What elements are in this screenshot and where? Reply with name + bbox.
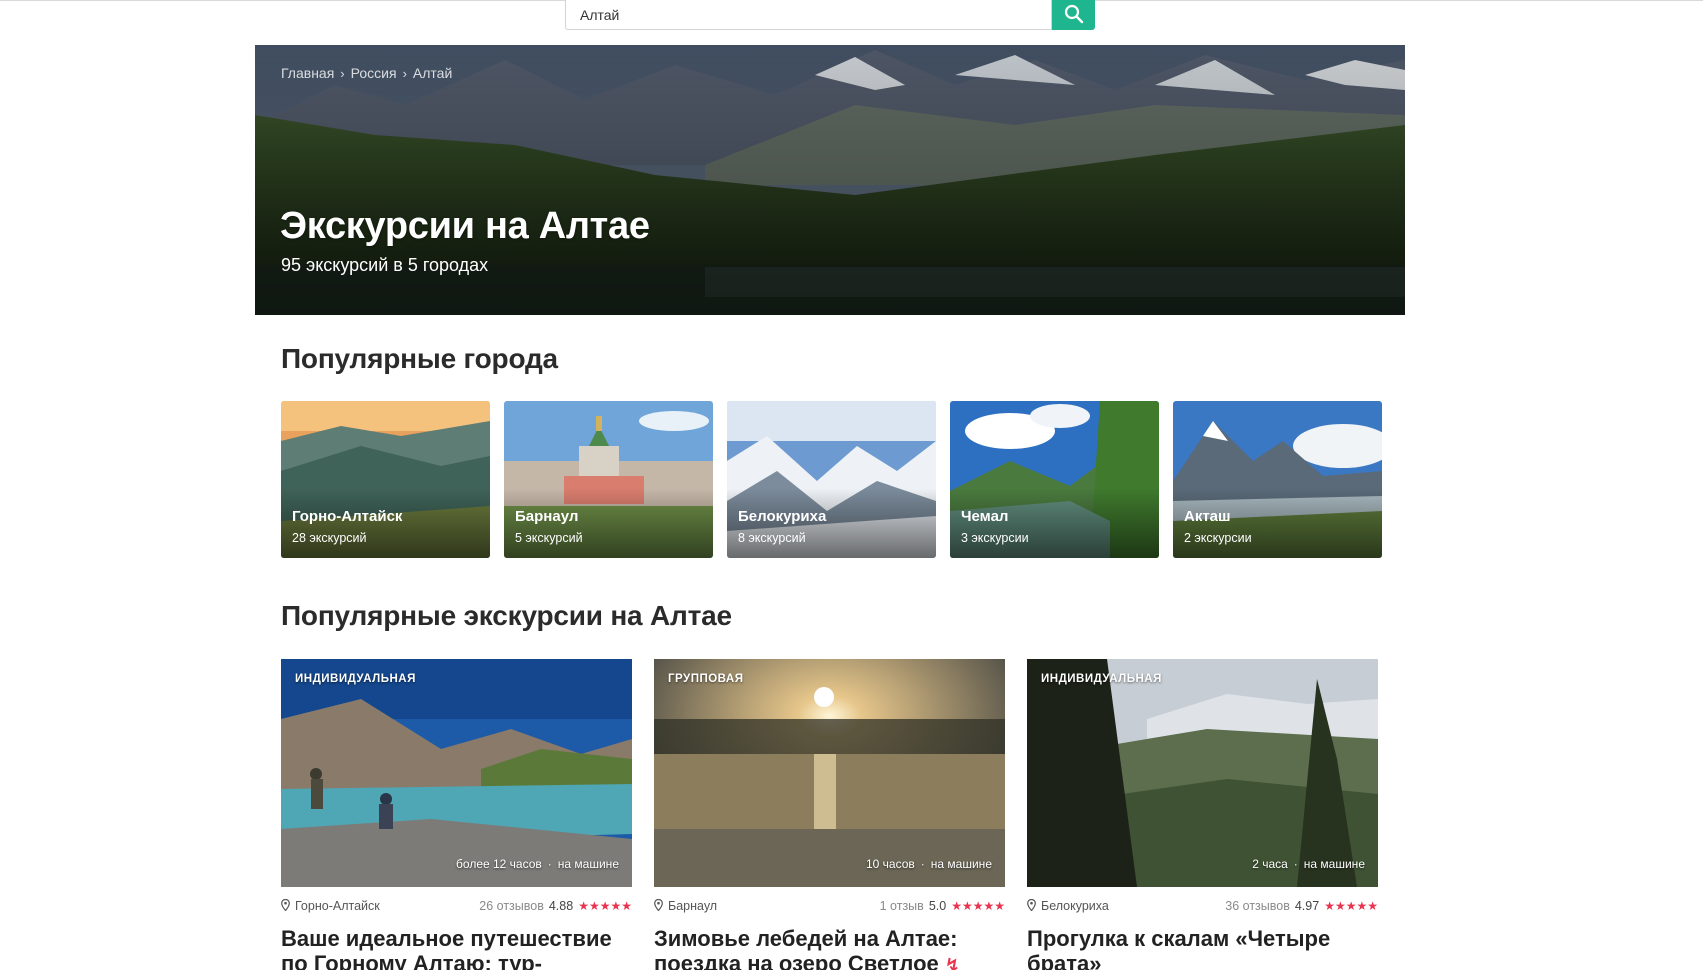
tour-type-badge: ИНДИВИДУАЛЬНАЯ bbox=[1041, 673, 1162, 685]
tour-title-line: Прогулка к скалам «Четыре bbox=[1027, 926, 1331, 951]
meta-separator: · bbox=[920, 857, 925, 871]
search-bar bbox=[565, 0, 1095, 30]
popular-cities-heading: Популярные города bbox=[281, 343, 558, 374]
tour-card[interactable]: ИНДИВИДУАЛЬНАЯ 2 часа · на машине Белоку… bbox=[1027, 659, 1378, 970]
tour-type-badge: ИНДИВИДУАЛЬНАЯ bbox=[295, 673, 416, 685]
tour-list: ИНДИВИДУАЛЬНАЯ более 12 часов · на машин… bbox=[281, 659, 1378, 970]
tour-meta: 10 часов · на машине bbox=[866, 857, 992, 871]
tour-rating: 1 отзыв 5.0 ★★★★★ bbox=[880, 899, 1005, 913]
map-pin-icon bbox=[1027, 898, 1036, 914]
city-tour-count: 5 экскурсий bbox=[515, 531, 583, 545]
chevron-right-icon: › bbox=[340, 65, 345, 81]
meta-separator: · bbox=[1293, 857, 1298, 871]
search-input[interactable] bbox=[565, 0, 1052, 30]
breadcrumb-home[interactable]: Главная bbox=[281, 65, 334, 81]
tour-transport: на машине bbox=[930, 857, 992, 871]
city-name: Белокуриха bbox=[738, 508, 827, 525]
city-tour-count: 3 экскурсии bbox=[961, 531, 1029, 545]
tour-title[interactable]: Зимовье лебедей на Алтае: поездка на озе… bbox=[654, 926, 1005, 970]
tour-info-row: Белокуриха 36 отзывов 4.97 ★★★★★ bbox=[1027, 898, 1378, 914]
tour-card[interactable]: ГРУППОВАЯ 10 часов · на машине Барнаул 1… bbox=[654, 659, 1005, 970]
tour-title-line: поездка на озеро Светлое bbox=[654, 951, 939, 970]
page-subtitle: 95 экскурсий в 5 городах bbox=[281, 255, 489, 275]
tour-title-line-wrap: поездка на озеро Светлое ↯ bbox=[654, 951, 1005, 970]
tour-title-line: брата» bbox=[1027, 951, 1102, 970]
tour-card[interactable]: ИНДИВИДУАЛЬНАЯ более 12 часов · на машин… bbox=[281, 659, 632, 970]
tour-info-row: Барнаул 1 отзыв 5.0 ★★★★★ bbox=[654, 898, 1005, 914]
map-pin-icon bbox=[654, 898, 663, 914]
tour-rating: 36 отзывов 4.97 ★★★★★ bbox=[1225, 899, 1378, 913]
tour-title-line: Зимовье лебедей на Алтае: bbox=[654, 926, 958, 951]
city-name: Чемал bbox=[961, 508, 1009, 525]
search-button[interactable] bbox=[1052, 0, 1095, 30]
search-icon bbox=[1064, 4, 1084, 27]
tour-transport: на машине bbox=[557, 857, 619, 871]
rating-score: 4.88 bbox=[548, 899, 574, 913]
tour-title-line: Ваше идеальное путешествие bbox=[281, 926, 612, 951]
tour-duration: 2 часа bbox=[1252, 857, 1288, 871]
tour-duration: более 12 часов bbox=[456, 857, 542, 871]
city-tour-count: 2 экскурсии bbox=[1184, 531, 1252, 545]
tour-city-name[interactable]: Белокуриха bbox=[1041, 899, 1109, 913]
rating-stars: ★★★★★ bbox=[951, 899, 1005, 913]
tour-photo bbox=[654, 659, 1005, 887]
city-card-aktash[interactable]: Акташ 2 экскурсии bbox=[1173, 401, 1382, 558]
chevron-right-icon: › bbox=[402, 65, 407, 81]
tour-photo bbox=[281, 659, 632, 887]
map-pin-icon bbox=[281, 898, 290, 914]
rating-score: 5.0 bbox=[928, 899, 947, 913]
tour-image[interactable]: ИНДИВИДУАЛЬНАЯ 2 часа · на машине bbox=[1027, 659, 1378, 887]
page-title: Экскурсии на Алтае bbox=[280, 205, 650, 247]
review-count[interactable]: 1 отзыв bbox=[880, 899, 924, 913]
review-count[interactable]: 26 отзывов bbox=[479, 899, 544, 913]
rating-stars: ★★★★★ bbox=[578, 899, 632, 913]
tour-photo bbox=[1027, 659, 1378, 887]
tour-rating: 26 отзывов 4.88 ★★★★★ bbox=[479, 899, 632, 913]
city-card-chemal[interactable]: Чемал 3 экскурсии bbox=[950, 401, 1159, 558]
city-card-gorno-altaysk[interactable]: Горно-Алтайск 28 экскурсий bbox=[281, 401, 490, 558]
tour-location: Барнаул bbox=[654, 898, 717, 914]
tour-location: Белокуриха bbox=[1027, 898, 1109, 914]
tour-location: Горно-Алтайск bbox=[281, 898, 380, 914]
city-name: Горно-Алтайск bbox=[292, 508, 403, 525]
rating-stars: ★★★★★ bbox=[1324, 899, 1378, 913]
tour-title[interactable]: Прогулка к скалам «Четыре брата» bbox=[1027, 926, 1378, 970]
tour-transport: на машине bbox=[1303, 857, 1365, 871]
tour-meta: 2 часа · на машине bbox=[1252, 857, 1365, 871]
city-list: Горно-Алтайск 28 экскурсий Барнаул 5 экс… bbox=[281, 401, 1382, 558]
city-name: Барнаул bbox=[515, 508, 579, 525]
lightning-icon: ↯ bbox=[944, 955, 961, 970]
tour-title[interactable]: Ваше идеальное путешествие по Горному Ал… bbox=[281, 926, 632, 970]
rating-score: 4.97 bbox=[1294, 899, 1320, 913]
tour-info-row: Горно-Алтайск 26 отзывов 4.88 ★★★★★ bbox=[281, 898, 632, 914]
city-tour-count: 8 экскурсий bbox=[738, 531, 806, 545]
meta-separator: · bbox=[547, 857, 552, 871]
city-tour-count: 28 экскурсий bbox=[292, 531, 367, 545]
breadcrumb-region: Алтай bbox=[412, 65, 453, 81]
hero-banner: Главная › Россия › Алтай Экскурсии на Ал… bbox=[255, 45, 1405, 315]
city-card-belokurikha[interactable]: Белокуриха 8 экскурсий bbox=[727, 401, 936, 558]
tour-image[interactable]: ИНДИВИДУАЛЬНАЯ более 12 часов · на машин… bbox=[281, 659, 632, 887]
breadcrumb: Главная › Россия › Алтай bbox=[281, 65, 452, 81]
tour-duration: 10 часов bbox=[866, 857, 915, 871]
breadcrumb-country[interactable]: Россия bbox=[351, 65, 397, 81]
popular-tours-heading: Популярные экскурсии на Алтае bbox=[281, 600, 732, 631]
city-card-barnaul[interactable]: Барнаул 5 экскурсий bbox=[504, 401, 713, 558]
tour-image[interactable]: ГРУППОВАЯ 10 часов · на машине bbox=[654, 659, 1005, 887]
city-name: Акташ bbox=[1184, 508, 1231, 525]
tour-title-line: по Горному Алтаю: тур- bbox=[281, 951, 542, 970]
tour-type-badge: ГРУППОВАЯ bbox=[668, 673, 744, 685]
review-count[interactable]: 36 отзывов bbox=[1225, 899, 1290, 913]
tour-meta: более 12 часов · на машине bbox=[456, 857, 619, 871]
tour-city-name[interactable]: Барнаул bbox=[668, 899, 717, 913]
tour-city-name[interactable]: Горно-Алтайск bbox=[295, 899, 380, 913]
